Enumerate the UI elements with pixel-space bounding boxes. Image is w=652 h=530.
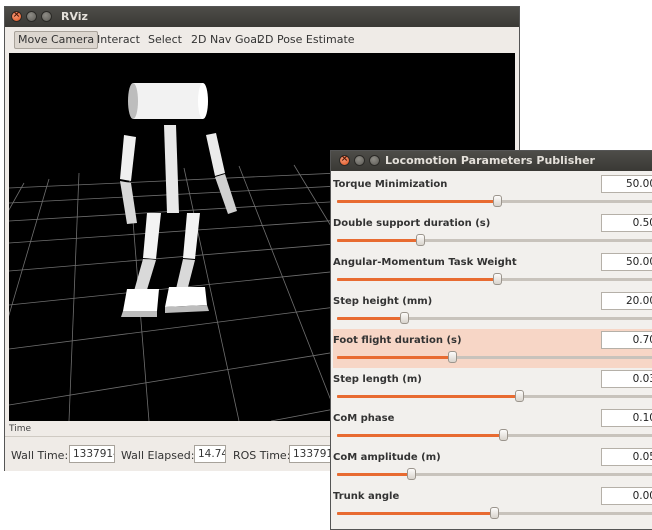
slider-fill xyxy=(337,512,494,515)
slider-fill xyxy=(337,317,405,320)
time-panel-title: Time xyxy=(9,424,32,434)
minimize-icon[interactable] xyxy=(354,155,365,166)
parameter-label: Step height (mm) xyxy=(333,296,433,307)
wall-elapsed-label: Wall Elapsed: xyxy=(121,449,195,462)
2d-nav-goal-tool[interactable]: 2D Nav Goal xyxy=(191,32,260,48)
parameter-value-field[interactable]: 50.00 xyxy=(601,253,652,271)
move-camera-tool[interactable]: Move Camera xyxy=(14,31,99,49)
slider-handle[interactable] xyxy=(515,390,525,402)
parameter-value-field[interactable]: 50.00 xyxy=(601,175,652,193)
slider-fill xyxy=(337,278,497,281)
slider-handle[interactable] xyxy=(493,195,502,207)
parameter-label: Trunk angle xyxy=(333,491,400,502)
minimize-icon[interactable] xyxy=(26,11,37,22)
slider-handle[interactable] xyxy=(448,351,458,363)
parameter-label: Angular-Momentum Task Weight xyxy=(333,257,517,268)
locomotion-parameters-window: × Locomotion Parameters Publisher Torque… xyxy=(330,150,652,530)
parameter-slider[interactable] xyxy=(337,429,652,441)
parameter-row: CoM phase 0.10 xyxy=(333,407,652,446)
parameter-label: Foot flight duration (s) xyxy=(333,335,462,346)
parameter-row: CoM amplitude (m) 0.05 xyxy=(333,446,652,485)
parameter-slider[interactable] xyxy=(337,273,652,285)
slider-fill xyxy=(337,200,497,203)
maximize-icon[interactable] xyxy=(369,155,380,166)
parameter-row: Step length (m) 0.03 xyxy=(333,368,652,407)
parameter-slider[interactable] xyxy=(337,195,652,207)
slider-handle[interactable] xyxy=(416,234,426,246)
close-icon[interactable]: × xyxy=(339,154,350,166)
slider-fill xyxy=(337,395,520,398)
parameter-value-field[interactable]: 0.03 xyxy=(601,370,652,388)
wall-time-field[interactable]: 1337914 xyxy=(69,445,115,463)
slider-handle[interactable] xyxy=(493,273,502,285)
wall-time-label: Wall Time: xyxy=(11,449,69,462)
parameter-label: CoM amplitude (m) xyxy=(333,452,441,463)
slider-fill xyxy=(337,434,504,437)
locomotion-titlebar[interactable]: × Locomotion Parameters Publisher xyxy=(331,151,652,171)
parameter-value-field[interactable]: 0.05 xyxy=(601,448,652,466)
parameter-row: Angular-Momentum Task Weight 50.00 xyxy=(333,251,652,290)
locomotion-title: Locomotion Parameters Publisher xyxy=(385,154,595,167)
parameter-label: Step length (m) xyxy=(333,374,422,385)
interact-tool[interactable]: Interact xyxy=(97,32,140,48)
maximize-icon[interactable] xyxy=(41,11,52,22)
close-icon[interactable]: × xyxy=(11,10,22,22)
wall-elapsed-field[interactable]: 14.74 xyxy=(194,445,226,463)
parameter-slider[interactable] xyxy=(337,351,652,363)
slider-handle[interactable] xyxy=(489,507,499,519)
rviz-toolbar: Move Camera Interact Select 2D Nav Goal … xyxy=(9,29,515,51)
parameter-value-field[interactable]: 0.10 xyxy=(601,409,652,427)
select-tool[interactable]: Select xyxy=(148,32,182,48)
slider-fill xyxy=(337,239,421,242)
parameter-label: Double support duration (s) xyxy=(333,218,491,229)
parameter-row: Foot flight duration (s) 0.70 xyxy=(333,329,652,368)
slider-fill xyxy=(337,473,411,476)
ros-time-label: ROS Time: xyxy=(233,449,291,462)
parameter-value-field[interactable]: 0.00 xyxy=(601,487,652,505)
rviz-titlebar[interactable]: × RViz xyxy=(5,7,519,27)
parameter-row: Step height (mm) 20.00 xyxy=(333,290,652,329)
parameter-slider[interactable] xyxy=(337,468,652,480)
parameter-slider[interactable] xyxy=(337,390,652,402)
parameter-slider[interactable] xyxy=(337,234,652,246)
parameter-slider[interactable] xyxy=(337,312,652,324)
parameter-row: Double support duration (s) 0.50 xyxy=(333,212,652,251)
parameter-value-field[interactable]: 0.70 xyxy=(601,331,652,349)
ros-time-field[interactable]: 1337914 xyxy=(289,445,335,463)
parameter-value-field[interactable]: 0.50 xyxy=(601,214,652,232)
robot-model xyxy=(120,83,237,317)
parameter-label: Torque Minimization xyxy=(333,179,448,190)
parameter-label: CoM phase xyxy=(333,413,395,424)
parameter-row: Trunk angle 0.00 xyxy=(333,485,652,524)
slider-fill xyxy=(337,356,453,359)
slider-handle[interactable] xyxy=(400,312,410,324)
parameter-slider[interactable] xyxy=(337,507,652,519)
slider-handle[interactable] xyxy=(406,468,416,480)
2d-pose-estimate-tool[interactable]: 2D Pose Estimate xyxy=(258,32,355,48)
rviz-title: RViz xyxy=(61,10,88,23)
slider-handle[interactable] xyxy=(499,429,509,441)
parameter-value-field[interactable]: 20.00 xyxy=(601,292,652,310)
parameter-row: Torque Minimization 50.00 xyxy=(333,173,652,212)
